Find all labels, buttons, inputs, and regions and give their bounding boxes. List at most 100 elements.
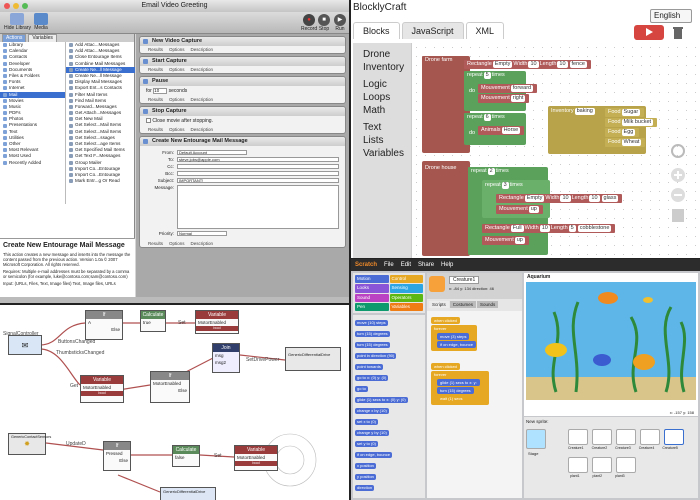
rectangle-block-3[interactable]: Rectangle Full Width 10 Length 5 cobblestone	[482, 224, 616, 233]
motion-block[interactable]: turn (15) degrees	[355, 331, 390, 337]
action-new-video-capture[interactable]: New Video Capture Results Options Descript…	[139, 36, 346, 54]
pause-seconds-input[interactable]: 10	[153, 88, 168, 94]
description-tab[interactable]: Description	[191, 46, 214, 53]
variable-node-2[interactable]: Variable MotorEnabled bool	[80, 375, 124, 403]
motion-block[interactable]: set y to (0)	[355, 441, 378, 447]
food-block-2[interactable]: Food Milk bucket	[605, 118, 658, 127]
tab-costumes[interactable]: Costumes	[449, 301, 477, 308]
tab-xml[interactable]: XML	[465, 22, 505, 39]
options-tab[interactable]: Options	[169, 126, 185, 133]
subject-field[interactable]: IMPORTANT!	[177, 178, 339, 183]
category-text[interactable]: Text	[353, 122, 411, 134]
move-up-block[interactable]: Mouvement up	[496, 205, 543, 214]
drone-farm-block[interactable]	[422, 56, 470, 153]
record-button[interactable]: ● Record	[301, 14, 317, 32]
stop-button[interactable]: ■ Stop	[318, 14, 330, 32]
zoom-icon[interactable]	[22, 3, 28, 9]
animals-block[interactable]: Animals Horse	[478, 126, 525, 135]
sprite-creature3[interactable]	[616, 429, 636, 445]
category-math[interactable]: Math	[353, 105, 411, 117]
category-inventory[interactable]: Inventory	[353, 62, 411, 74]
sprite-creature2[interactable]	[592, 429, 612, 445]
close-icon[interactable]	[4, 3, 10, 9]
tab-sounds[interactable]: Sounds	[477, 301, 499, 308]
script-block[interactable]: glide (1) secs to x: y:	[437, 379, 480, 386]
motion-block[interactable]: set x to (0)	[355, 419, 378, 425]
action-item[interactable]: Mark Entr...g Or Read	[66, 178, 135, 184]
run-button[interactable]: ▶ Run	[334, 14, 346, 32]
move-right-block[interactable]: Mouvement right	[478, 94, 530, 103]
vpl-diagram[interactable]: ✉ SignalController ButtonsChanged Thumbs…	[0, 305, 349, 500]
motion-block[interactable]: go to x: (0) y: (0)	[355, 375, 389, 381]
category-lists[interactable]: Lists	[353, 135, 411, 147]
sprite-plant1[interactable]	[568, 457, 588, 473]
motion-block[interactable]: change y by (10)	[355, 430, 389, 436]
variable-node-1[interactable]: Variable MotorEnabled bool	[195, 310, 239, 334]
sprite-name[interactable]: Creature1	[449, 276, 480, 284]
action-pause[interactable]: Pause for 10 seconds Results Options Descr…	[139, 76, 346, 104]
description-tab[interactable]: Description	[191, 126, 214, 133]
tab-javascript[interactable]: JavaScript	[401, 22, 464, 39]
join-node[interactable]: Join msg msg2	[212, 343, 240, 373]
results-tab[interactable]: Results	[148, 126, 163, 133]
calculate-node-2[interactable]: Calculate false	[172, 445, 200, 467]
motion-block[interactable]: glide (1) secs to x: (0) y: (0)	[355, 397, 408, 403]
script-block[interactable]: wait (1) secs	[437, 395, 466, 402]
action-start-capture[interactable]: Start Capture Results Options Description	[139, 56, 346, 74]
tab-actions[interactable]: Actions	[2, 34, 27, 42]
library-item[interactable]: Recently Added	[0, 160, 65, 166]
priority-select[interactable]: Normal	[177, 231, 227, 236]
scripts-area[interactable]: when clicked forever move (3) steps if o…	[427, 311, 522, 498]
category-variables[interactable]: Variables	[353, 148, 411, 160]
sprite-creature1[interactable]	[568, 429, 588, 445]
results-tab[interactable]: Results	[148, 46, 163, 53]
motion-block[interactable]: point towards	[355, 364, 383, 370]
calculate-node-1[interactable]: Calculate true	[140, 310, 166, 332]
options-tab[interactable]: Options	[169, 240, 185, 247]
run-button[interactable]	[634, 25, 664, 40]
food-block-1[interactable]: Food Sugar	[605, 108, 645, 117]
options-tab[interactable]: Options	[169, 96, 185, 103]
description-tab[interactable]: Description	[191, 66, 214, 73]
cc-field[interactable]	[177, 164, 339, 169]
blockly-workspace[interactable]: Drone farm Rectangle Empty Width 10 Length 10…	[411, 43, 700, 258]
category-logic[interactable]: Logic	[353, 79, 411, 91]
script-block[interactable]: if on edge, bounce	[437, 341, 476, 348]
category-drone[interactable]: Drone	[353, 49, 411, 61]
generic-contact-node[interactable]: GenericContactSensors ✸	[8, 433, 51, 455]
category-looks[interactable]: Looks	[355, 284, 389, 293]
rectangle-block-2[interactable]: Rectangle Empty Width 10 Length 10 glass	[496, 194, 623, 203]
minimize-icon[interactable]	[13, 3, 19, 9]
category-loops[interactable]: Loops	[353, 92, 411, 104]
script-block[interactable]: turn (15) degrees	[437, 387, 474, 394]
if-node-1[interactable]: If A Else	[85, 310, 123, 340]
to-field[interactable]: steve.jobs@apple.com	[177, 157, 339, 162]
tab-variables[interactable]: Variables	[28, 34, 57, 42]
food-block-4[interactable]: Food Wheat	[605, 138, 646, 147]
action-stop-capture[interactable]: Stop Capture Close movie after stopping.…	[139, 106, 346, 134]
action-create-mail-message[interactable]: Create New Entourage Mail Message From: D…	[139, 136, 346, 248]
trash-icon[interactable]	[672, 26, 684, 39]
results-tab[interactable]: Results	[148, 96, 163, 103]
sprite-creature5[interactable]	[664, 429, 684, 445]
aquarium-stage[interactable]	[526, 282, 696, 400]
motion-block[interactable]: move (10) steps	[355, 320, 388, 326]
differential-drive-node-1[interactable]: GenericDifferentialDrive	[285, 347, 341, 371]
script-block[interactable]: when clicked	[431, 363, 460, 370]
category-variables[interactable]: Variables	[389, 302, 423, 311]
options-tab[interactable]: Options	[169, 46, 185, 53]
motion-block[interactable]: point in direction (90)	[355, 353, 397, 359]
script-block[interactable]: when clicked	[431, 317, 460, 324]
move-forward-block[interactable]: Mouvement forward	[478, 84, 538, 93]
results-tab[interactable]: Results	[148, 66, 163, 73]
sprite-plant3[interactable]	[616, 457, 636, 473]
close-movie-checkbox[interactable]	[146, 118, 151, 124]
menu-file[interactable]: File	[384, 259, 394, 271]
category-operators[interactable]: Operators	[389, 293, 423, 302]
zoom-controls[interactable]	[668, 143, 688, 223]
from-select[interactable]: Default Account	[177, 150, 247, 155]
drone-house-block[interactable]	[422, 161, 470, 256]
motion-block[interactable]: go to	[355, 386, 368, 392]
description-tab[interactable]: Description	[191, 96, 214, 103]
category-motion[interactable]: Motion	[355, 275, 389, 284]
